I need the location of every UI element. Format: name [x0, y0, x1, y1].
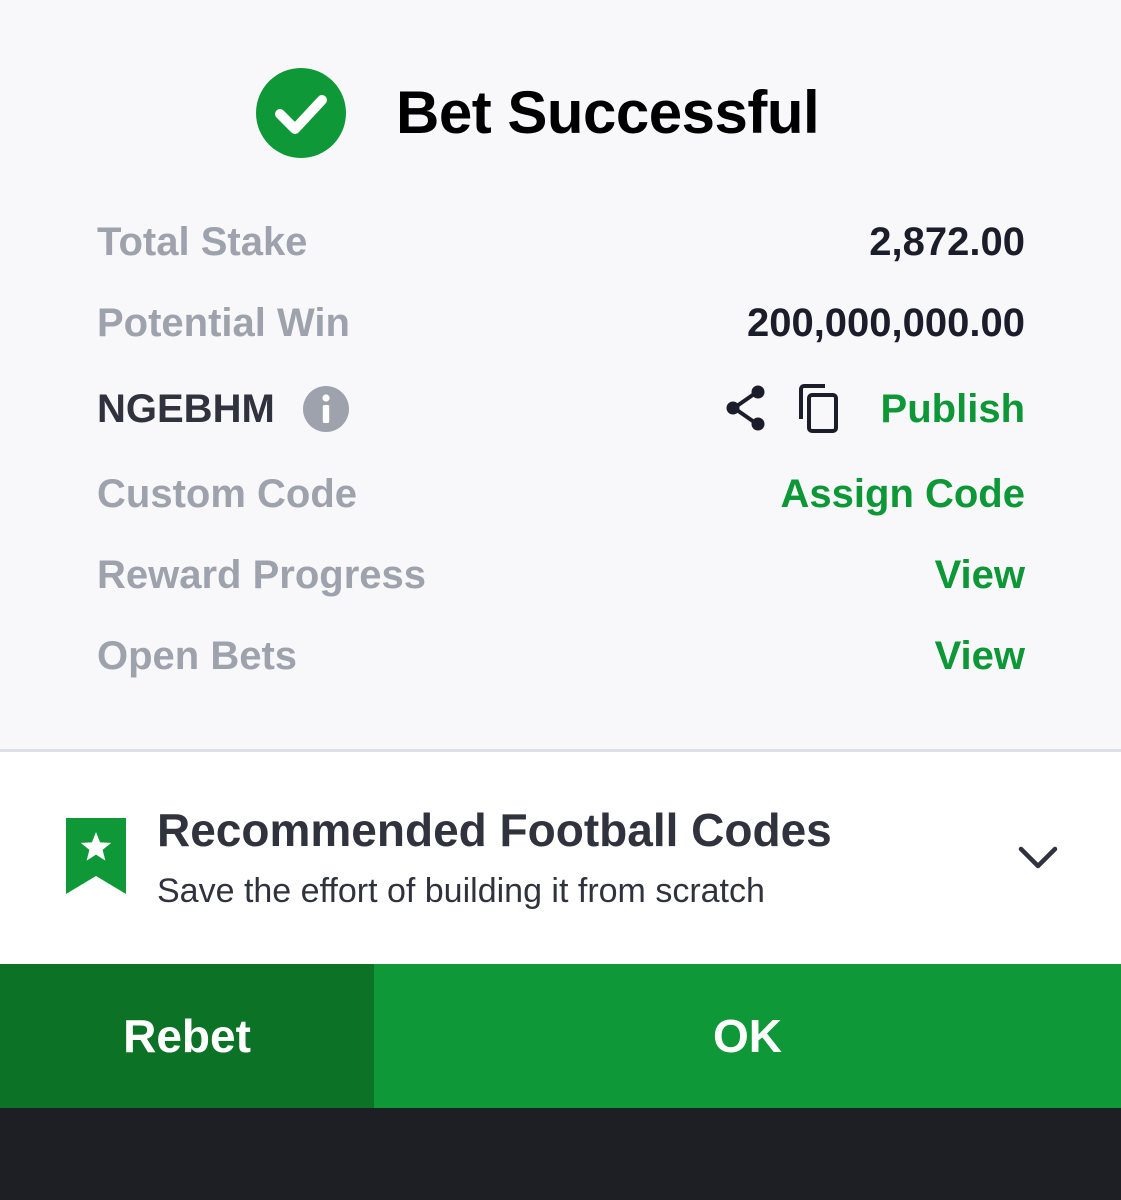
copy-icon[interactable] [797, 383, 841, 435]
share-icon[interactable] [723, 383, 769, 433]
check-circle-icon [256, 68, 346, 158]
open-bets-label: Open Bets [97, 634, 298, 678]
booking-code: NGEBHM [97, 387, 275, 431]
potential-win-value: 200,000,000.00 [746, 301, 1025, 345]
reward-progress-view-link[interactable]: View [935, 545, 1025, 605]
recommended-title: Recommended Football Codes [157, 804, 832, 856]
chevron-down-icon[interactable] [1016, 842, 1060, 872]
recommended-codes-toggle[interactable]: Recommended Football Codes Save the effo… [0, 792, 1121, 922]
custom-code-row: Custom Code Assign Code [97, 464, 1025, 524]
total-stake-label: Total Stake [97, 220, 308, 264]
custom-code-label: Custom Code [97, 472, 357, 516]
recommended-section: Recommended Football Codes Save the effo… [0, 752, 1121, 964]
open-bets-row: Open Bets View [97, 626, 1025, 686]
assign-code-link[interactable]: Assign Code [781, 464, 1025, 524]
bet-success-screen: Bet Successful Total Stake 2,872.00 Pote… [0, 0, 1121, 1200]
rebet-button[interactable]: Rebet [0, 964, 374, 1108]
recommended-subtitle: Save the effort of building it from scra… [157, 872, 765, 910]
page-title: Bet Successful [396, 79, 820, 146]
booking-code-row: NGEBHM Publish [97, 379, 1025, 439]
ok-button[interactable]: OK [374, 964, 1121, 1108]
header: Bet Successful [0, 68, 1121, 158]
total-stake-value: 2,872.00 [869, 220, 1025, 264]
bottom-bar [0, 1108, 1121, 1200]
total-stake-row: Total Stake 2,872.00 [97, 212, 1025, 272]
publish-link[interactable]: Publish [881, 379, 1025, 439]
potential-win-row: Potential Win 200,000,000.00 [97, 293, 1025, 353]
open-bets-view-link[interactable]: View [935, 626, 1025, 686]
reward-progress-label: Reward Progress [97, 553, 427, 597]
potential-win-label: Potential Win [97, 301, 350, 345]
bookmark-star-icon [66, 818, 126, 894]
info-icon[interactable] [303, 386, 349, 432]
reward-progress-row: Reward Progress View [97, 545, 1025, 605]
